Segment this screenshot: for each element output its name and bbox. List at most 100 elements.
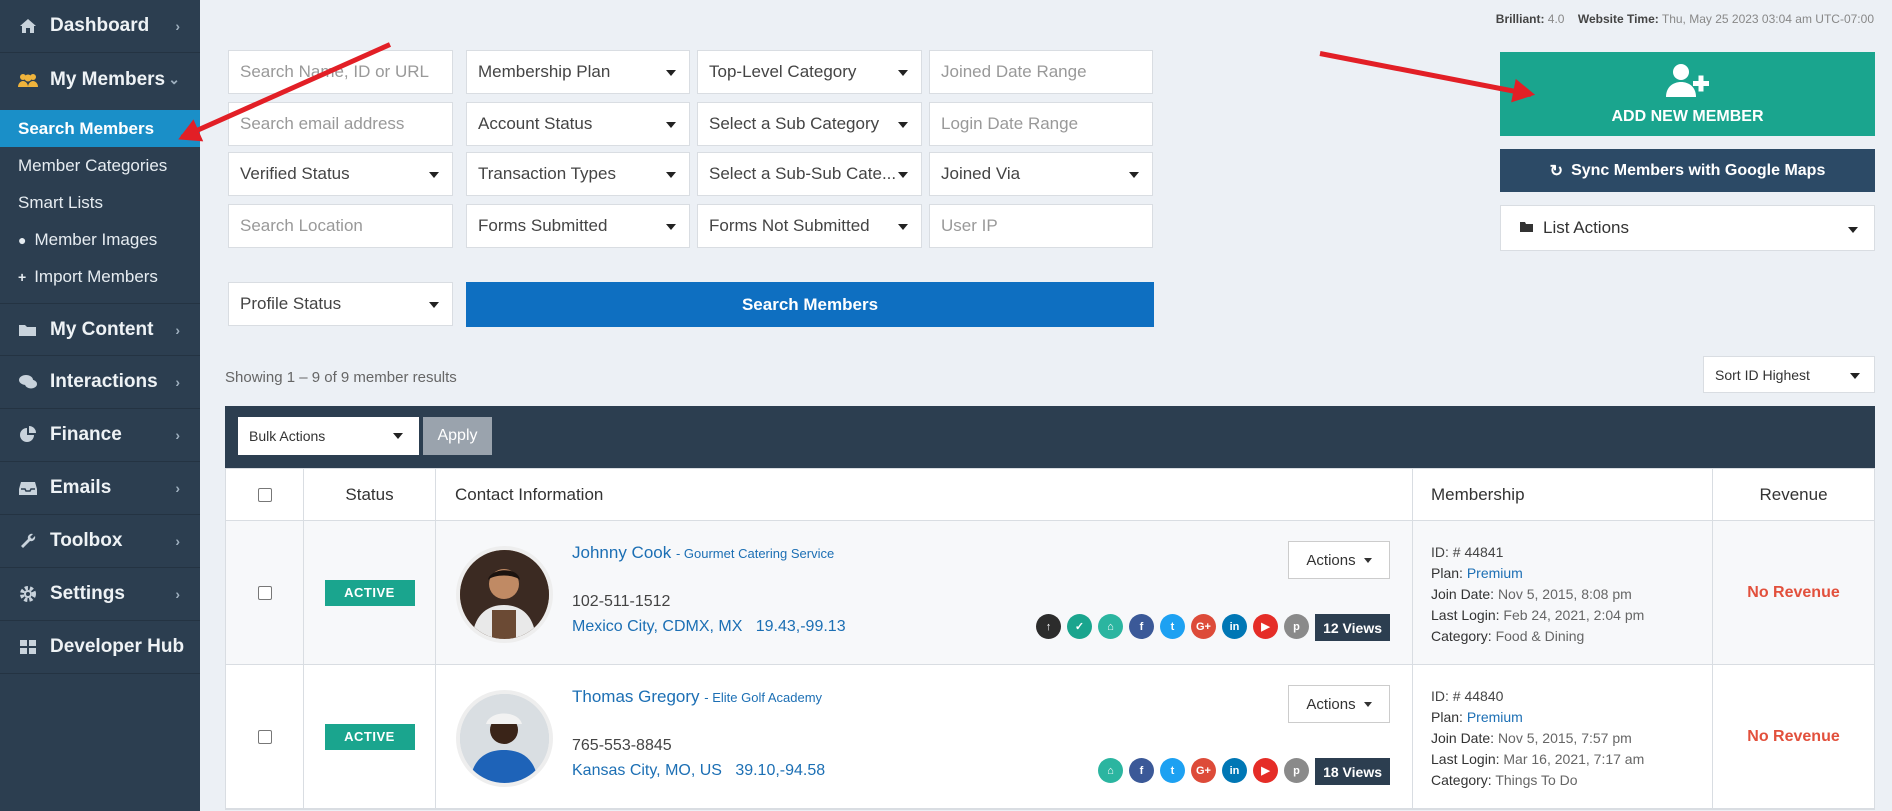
website-home-icon[interactable]: ⌂	[1098, 614, 1123, 639]
forms-not-submitted-select[interactable]: Forms Not Submitted	[697, 204, 922, 248]
location-text: Mexico City, CDMX, MX	[572, 618, 743, 635]
wrench-icon	[16, 532, 40, 550]
users-icon	[16, 72, 40, 88]
sub-member-images[interactable]: ● Member Images	[0, 221, 200, 258]
button-label: ADD NEW MEMBER	[1611, 107, 1764, 125]
profile-icons: ↑ ✓ ⌂ f t G+ in ▶ p ◠	[1036, 614, 1340, 639]
nav-my-members[interactable]: My Members ⌄	[0, 53, 200, 106]
search-members-button[interactable]: Search Members	[466, 282, 1154, 327]
nav-label: Toolbox	[50, 530, 123, 551]
nav-interactions[interactable]: Interactions ›	[0, 356, 200, 409]
nav-dashboard[interactable]: Dashboard ›	[0, 0, 200, 53]
facebook-icon[interactable]: f	[1129, 758, 1154, 783]
plan-link[interactable]: Premium	[1467, 709, 1523, 725]
category-key: Category:	[1431, 628, 1492, 644]
sub-search-members[interactable]: Search Members	[0, 110, 200, 147]
revenue-cell: No Revenue	[1713, 665, 1874, 808]
button-label: Search Members	[741, 294, 879, 314]
nav-my-content[interactable]: My Content ›	[0, 303, 200, 356]
results-count: Showing 1 – 9 of 9 member results	[225, 369, 457, 386]
select-value: Select a Sub-Sub Cate...	[709, 164, 897, 183]
website-home-icon[interactable]: ⌂	[1098, 758, 1123, 783]
login-line: Last Login: Mar 16, 2021, 7:17 am	[1431, 749, 1712, 770]
actions-dropdown[interactable]: Actions	[1288, 685, 1390, 723]
plan-link[interactable]: Premium	[1467, 565, 1523, 581]
pin-icon[interactable]: ↑	[1036, 614, 1061, 639]
select-all-checkbox[interactable]	[257, 487, 272, 502]
bulk-actions-select[interactable]: Bulk Actions	[238, 417, 419, 455]
revenue-cell: No Revenue	[1713, 521, 1874, 664]
nav-label: Finance	[50, 424, 122, 445]
add-new-member-button[interactable]: ADD NEW MEMBER	[1500, 52, 1875, 136]
youtube-icon[interactable]: ▶	[1253, 758, 1278, 783]
contact-cell: Thomas Gregory - Elite Golf Academy 765-…	[436, 665, 1413, 808]
membership-cell: ID: # 44841 Plan: Premium Join Date: Nov…	[1413, 521, 1713, 664]
plan-line: Plan: Premium	[1431, 707, 1712, 728]
nav-developer-hub[interactable]: Developer Hub	[0, 621, 200, 674]
search-name-input[interactable]: Search Name, ID or URL	[228, 50, 453, 94]
apply-button[interactable]: Apply	[423, 417, 492, 455]
nav-toolbox[interactable]: Toolbox ›	[0, 515, 200, 568]
join-line: Join Date: Nov 5, 2015, 8:08 pm	[1431, 584, 1712, 605]
search-location-input[interactable]: Search Location	[228, 204, 453, 248]
search-email-input[interactable]: Search email address	[228, 102, 453, 146]
actions-dropdown[interactable]: Actions	[1288, 541, 1390, 579]
folder-open-icon	[1519, 218, 1535, 238]
profile-status-select[interactable]: Profile Status	[228, 282, 453, 326]
pinterest-icon[interactable]: p	[1284, 758, 1309, 783]
select-value: Account Status	[478, 114, 593, 133]
list-actions-dropdown[interactable]: List Actions	[1500, 205, 1875, 251]
account-status-select[interactable]: Account Status	[466, 102, 690, 146]
nav-finance[interactable]: Finance ›	[0, 409, 200, 462]
nav-label: My Content	[50, 318, 154, 340]
nav-emails[interactable]: Emails ›	[0, 462, 200, 515]
top-category-select[interactable]: Top-Level Category	[697, 50, 922, 94]
brand-label: Brilliant:	[1495, 12, 1545, 26]
sub-import-members[interactable]: + Import Members	[0, 258, 200, 295]
twitter-icon[interactable]: t	[1160, 758, 1185, 783]
login-date-range-input[interactable]: Login Date Range	[929, 102, 1153, 146]
caret-down-icon	[1363, 701, 1372, 707]
avatar	[456, 546, 553, 643]
sub-member-categories[interactable]: Member Categories	[0, 147, 200, 184]
facebook-icon[interactable]: f	[1129, 614, 1154, 639]
nav-settings[interactable]: Settings ›	[0, 568, 200, 621]
row-checkbox[interactable]	[257, 585, 272, 600]
youtube-icon[interactable]: ▶	[1253, 614, 1278, 639]
member-name[interactable]: Thomas Gregory - Elite Golf Academy	[572, 687, 822, 707]
twitter-icon[interactable]: t	[1160, 614, 1185, 639]
placeholder: Search email address	[240, 114, 405, 133]
forms-submitted-select[interactable]: Forms Submitted	[466, 204, 690, 248]
nav-label: My Members	[50, 68, 166, 90]
sort-select[interactable]: Sort ID Highest	[1703, 356, 1875, 393]
sub-category-select[interactable]: Select a Sub Category	[697, 102, 922, 146]
joined-via-select[interactable]: Joined Via	[929, 152, 1153, 196]
views-badge: 18 Views	[1315, 758, 1390, 785]
pinterest-icon[interactable]: p	[1284, 614, 1309, 639]
membership-plan-select[interactable]: Membership Plan	[466, 50, 690, 94]
verified-status-select[interactable]: Verified Status	[228, 152, 453, 196]
google-plus-icon[interactable]: G+	[1191, 758, 1216, 783]
linkedin-icon[interactable]: in	[1222, 758, 1247, 783]
dropdown-label: List Actions	[1543, 218, 1629, 237]
location[interactable]: Mexico City, CDMX, MX 19.43,-99.13	[572, 618, 846, 636]
location[interactable]: Kansas City, MO, US 39.10,-94.58	[572, 762, 825, 780]
category-value: Food & Dining	[1495, 628, 1585, 644]
transaction-types-select[interactable]: Transaction Types	[466, 152, 690, 196]
button-label: Actions	[1306, 695, 1356, 713]
plan-key: Plan:	[1431, 565, 1463, 581]
member-name[interactable]: Johnny Cook - Gourmet Catering Service	[572, 543, 834, 563]
verified-icon[interactable]: ✓	[1067, 614, 1092, 639]
sub-smart-lists[interactable]: Smart Lists	[0, 184, 200, 221]
member-id: ID: # 44841	[1431, 544, 1504, 560]
row-checkbox[interactable]	[257, 729, 272, 744]
sync-google-maps-button[interactable]: ↻ Sync Members with Google Maps	[1500, 149, 1875, 192]
revenue-value: No Revenue	[1747, 583, 1840, 601]
linkedin-icon[interactable]: in	[1222, 614, 1247, 639]
plan-key: Plan:	[1431, 709, 1463, 725]
sub-sub-category-select[interactable]: Select a Sub-Sub Cate...	[697, 152, 922, 196]
select-value: Verified Status	[240, 164, 350, 183]
joined-date-range-input[interactable]: Joined Date Range	[929, 50, 1153, 94]
google-plus-icon[interactable]: G+	[1191, 614, 1216, 639]
user-ip-input[interactable]: User IP	[929, 204, 1153, 248]
